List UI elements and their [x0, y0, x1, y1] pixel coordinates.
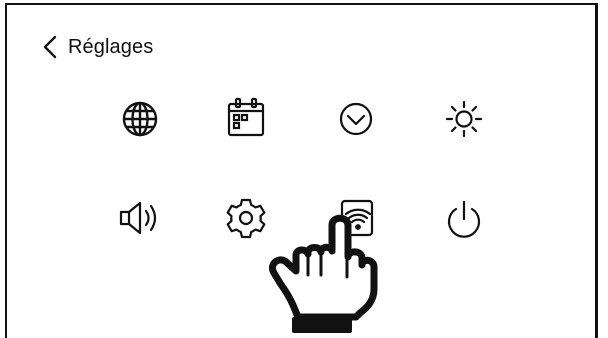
gear-icon[interactable] — [218, 190, 274, 246]
clock-icon[interactable] — [328, 91, 384, 147]
calendar-icon[interactable] — [218, 90, 274, 146]
back-header[interactable]: Réglages — [40, 34, 153, 60]
chevron-left-icon — [43, 35, 57, 59]
sun-icon[interactable] — [436, 91, 492, 147]
pointing-hand-icon — [268, 214, 378, 333]
speaker-icon[interactable] — [114, 190, 170, 246]
power-icon[interactable] — [436, 192, 492, 248]
page-title: Réglages — [68, 35, 154, 58]
globe-icon[interactable] — [112, 91, 168, 147]
